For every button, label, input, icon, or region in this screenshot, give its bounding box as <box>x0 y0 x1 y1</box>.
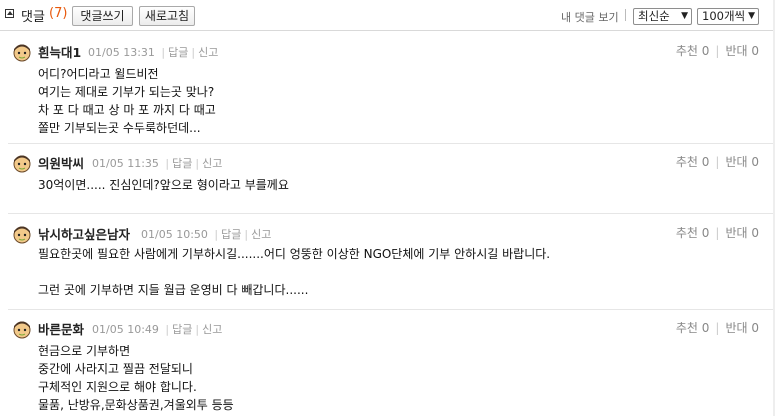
comment-datetime: 01/05 11:35 <box>92 157 159 170</box>
recommend-button[interactable]: 추천 0 <box>676 44 710 58</box>
comment-divider <box>8 143 773 144</box>
sort-select-value: 최신순 <box>638 9 670 23</box>
comment-votes: 추천 0 | 반대 0 <box>675 321 759 335</box>
comment-datetime: 01/05 10:50 <box>141 228 208 241</box>
report-link[interactable]: 신고 <box>202 323 222 336</box>
comment-divider <box>8 213 773 214</box>
comment-meta: 01/05 10:50 | 답글 | 신고 <box>141 228 272 241</box>
comment-votes: 추천 0 | 반대 0 <box>675 155 759 169</box>
comment-datetime: 01/05 13:31 <box>88 46 155 59</box>
recommend-button[interactable]: 추천 0 <box>676 321 710 335</box>
page-size-select-value: 100개씩 <box>702 9 746 23</box>
recommend-button[interactable]: 추천 0 <box>676 226 710 240</box>
comment-toolbar: 댓글 (7) 댓글쓰기 새로고침 내 댓글 보기 최신순 ▼ 100개씩 ▼ <box>0 0 773 31</box>
comment-votes: 추천 0 | 반대 0 <box>675 226 759 240</box>
page-size-select[interactable]: 100개씩 ▼ <box>697 8 759 25</box>
avatar-icon <box>13 44 31 62</box>
report-link[interactable]: 신고 <box>202 157 222 170</box>
oppose-button[interactable]: 반대 0 <box>725 321 759 335</box>
comment-author[interactable]: 흰늑대1 <box>38 42 81 61</box>
my-comments-link[interactable]: 내 댓글 보기 <box>561 9 619 25</box>
collapse-toggle-icon[interactable] <box>5 9 14 18</box>
comments-title: 댓글 <box>21 10 45 25</box>
write-comment-button[interactable]: 댓글쓰기 <box>72 6 133 26</box>
comment-meta: 01/05 11:35 | 답글 | 신고 <box>92 157 223 170</box>
comment-body: 필요한곳에 필요한 사람에게 기부하시길.......어디 엉뚱한 이상한 NG… <box>38 247 551 297</box>
comments-count: (7) <box>49 6 68 21</box>
comment-body: 30억이면..... 진심인데?앞으로 형이라고 부를께요 <box>38 178 289 192</box>
reply-link[interactable]: 답글 <box>172 323 192 336</box>
reply-link[interactable]: 답글 <box>172 157 192 170</box>
oppose-button[interactable]: 반대 0 <box>725 44 759 58</box>
oppose-button[interactable]: 반대 0 <box>725 226 759 240</box>
comment-author[interactable]: 의원박씨 <box>38 153 84 172</box>
recommend-button[interactable]: 추천 0 <box>676 155 710 169</box>
comment-meta: 01/05 10:49 | 답글 | 신고 <box>92 323 223 336</box>
report-link[interactable]: 신고 <box>198 46 218 59</box>
sort-select[interactable]: 최신순 ▼ <box>633 8 692 25</box>
refresh-button[interactable]: 새로고침 <box>139 6 195 26</box>
avatar-icon <box>13 155 31 173</box>
comment-body: 어디?어디라고 윌드비전 여기는 제대로 기부가 되는곳 맞나? 차 포 다 때… <box>38 67 216 135</box>
chevron-down-icon: ▼ <box>748 11 755 21</box>
toolbar-divider <box>625 9 626 21</box>
report-link[interactable]: 신고 <box>251 228 271 241</box>
chevron-down-icon: ▼ <box>681 11 688 21</box>
comment-body: 현금으로 기부하면 중간에 사라지고 찔끔 전달되니 구체적인 지원으로 해야 … <box>38 344 234 412</box>
comment-datetime: 01/05 10:49 <box>92 323 159 336</box>
comment-author[interactable]: 바른문화 <box>38 319 84 338</box>
comment-author[interactable]: 낚시하고싶은남자 <box>38 224 130 243</box>
oppose-button[interactable]: 반대 0 <box>725 155 759 169</box>
reply-link[interactable]: 답글 <box>221 228 241 241</box>
comment-divider <box>8 309 773 310</box>
avatar-icon <box>13 226 31 244</box>
comment-votes: 추천 0 | 반대 0 <box>675 44 759 58</box>
reply-link[interactable]: 답글 <box>168 46 188 59</box>
comment-meta: 01/05 13:31 | 답글 | 신고 <box>88 46 219 59</box>
avatar-icon <box>13 321 31 339</box>
